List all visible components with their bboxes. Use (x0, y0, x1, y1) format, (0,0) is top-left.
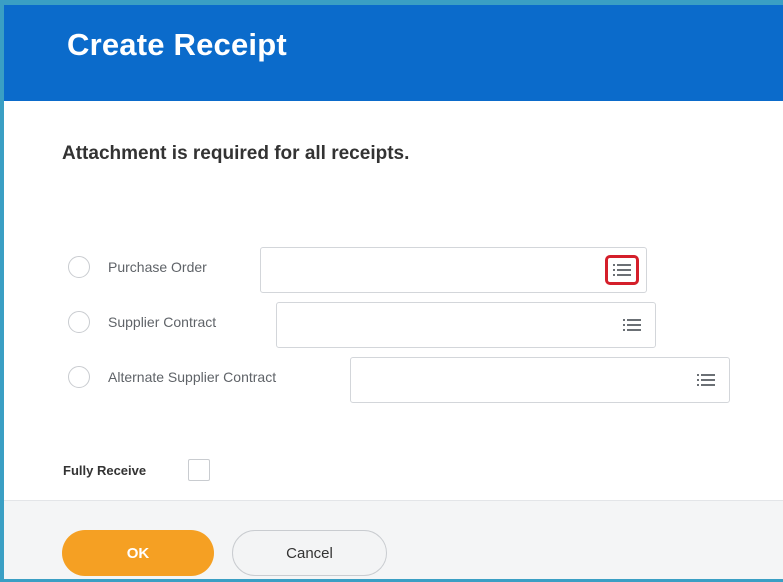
list-icon (613, 264, 631, 276)
fully-receive-checkbox[interactable] (188, 459, 210, 481)
attachment-required-message: Attachment is required for all receipts. (62, 143, 410, 164)
fully-receive-label: Fully Receive (63, 463, 147, 478)
list-prompt-icon[interactable] (695, 370, 717, 390)
purchase-order-radio[interactable] (68, 256, 90, 278)
dialog-title: Create Receipt (67, 27, 287, 62)
supplier-contract-radio[interactable] (68, 311, 90, 333)
list-icon (697, 374, 715, 386)
list-prompt-icon[interactable] (621, 315, 643, 335)
purchase-order-field[interactable] (260, 247, 647, 293)
dialog-header: Create Receipt (4, 5, 783, 101)
alternate-supplier-contract-label: Alternate Supplier Contract (108, 369, 277, 385)
list-prompt-icon[interactable] (605, 255, 639, 285)
cancel-button[interactable]: Cancel (232, 530, 387, 576)
purchase-order-label: Purchase Order (108, 259, 207, 275)
ok-button[interactable]: OK (62, 530, 214, 576)
alternate-supplier-contract-field[interactable] (350, 357, 730, 403)
list-icon (623, 319, 641, 331)
alternate-supplier-contract-radio[interactable] (68, 366, 90, 388)
supplier-contract-label: Supplier Contract (108, 314, 217, 330)
supplier-contract-field[interactable] (276, 302, 656, 348)
